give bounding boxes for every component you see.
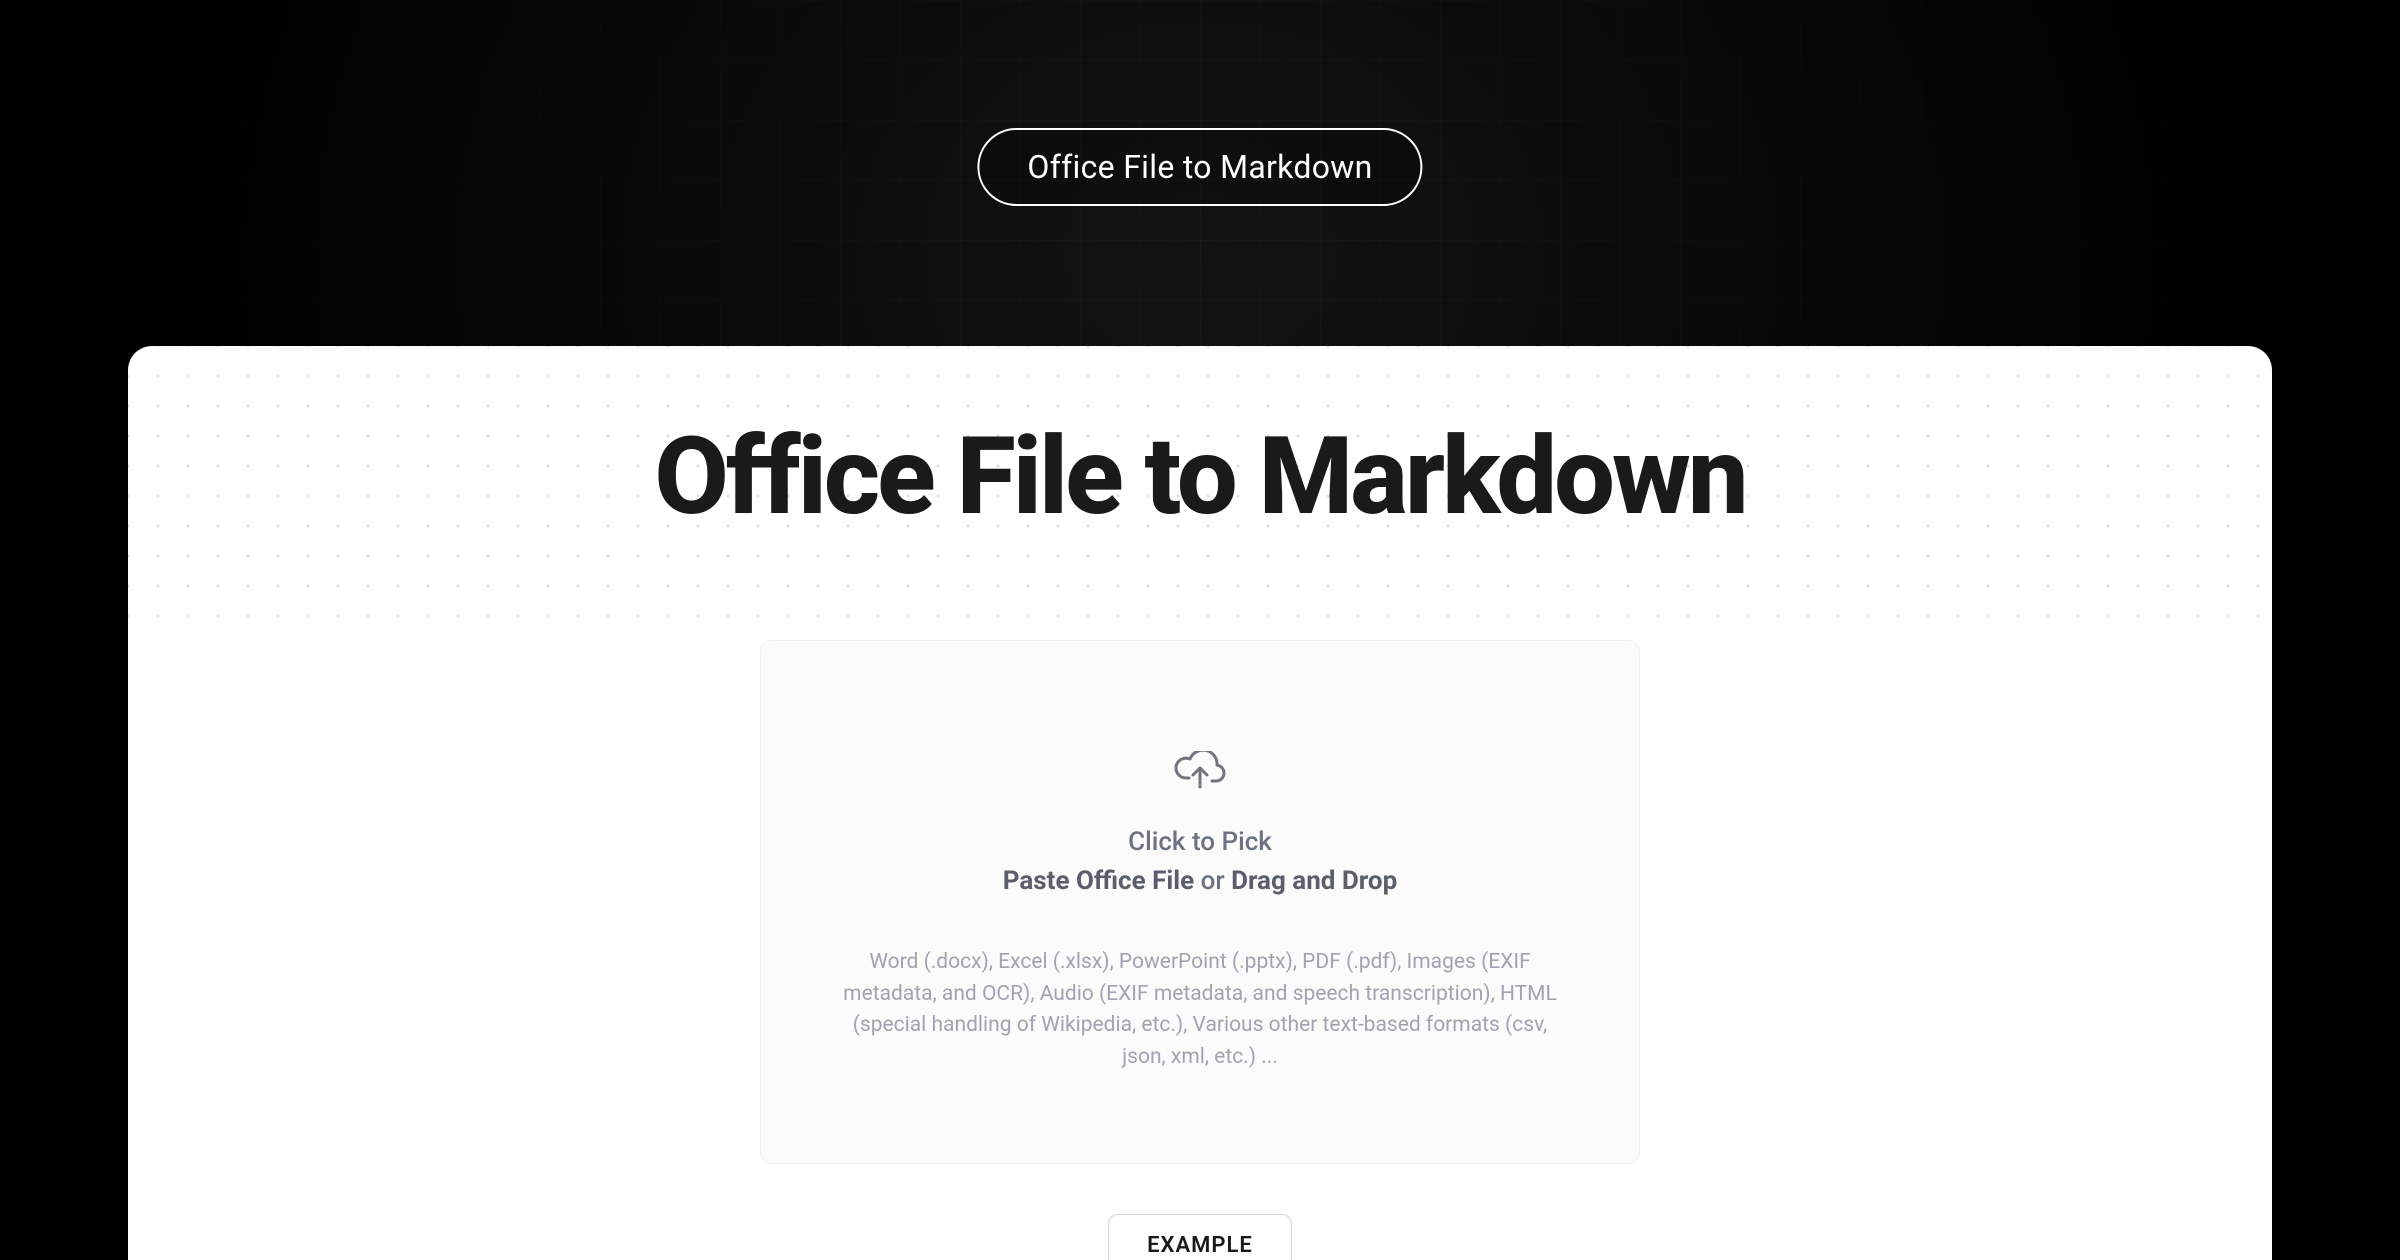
example-button[interactable]: EXAMPLE — [1108, 1214, 1292, 1260]
upload-instruction-text: Click to Pick Paste Office File or Drag … — [831, 823, 1569, 901]
header-pill: Office File to Markdown — [977, 128, 1422, 206]
page-title: Office File to Markdown — [128, 414, 2272, 540]
upload-click-text: Click to Pick — [1128, 827, 1272, 857]
supported-formats-text: Word (.docx), Excel (.xlsx), PowerPoint … — [831, 947, 1569, 1073]
upload-dropzone[interactable]: Click to Pick Paste Office File or Drag … — [760, 640, 1640, 1164]
cloud-upload-icon — [1174, 751, 1226, 795]
upload-drag-label: Drag and Drop — [1231, 866, 1397, 896]
upload-or-text: or — [1194, 866, 1231, 896]
main-card: Office File to Markdown Click to Pick Pa… — [128, 346, 2272, 1260]
upload-paste-label: Paste Office File — [1003, 866, 1194, 896]
header-pill-label: Office File to Markdown — [1027, 148, 1372, 186]
